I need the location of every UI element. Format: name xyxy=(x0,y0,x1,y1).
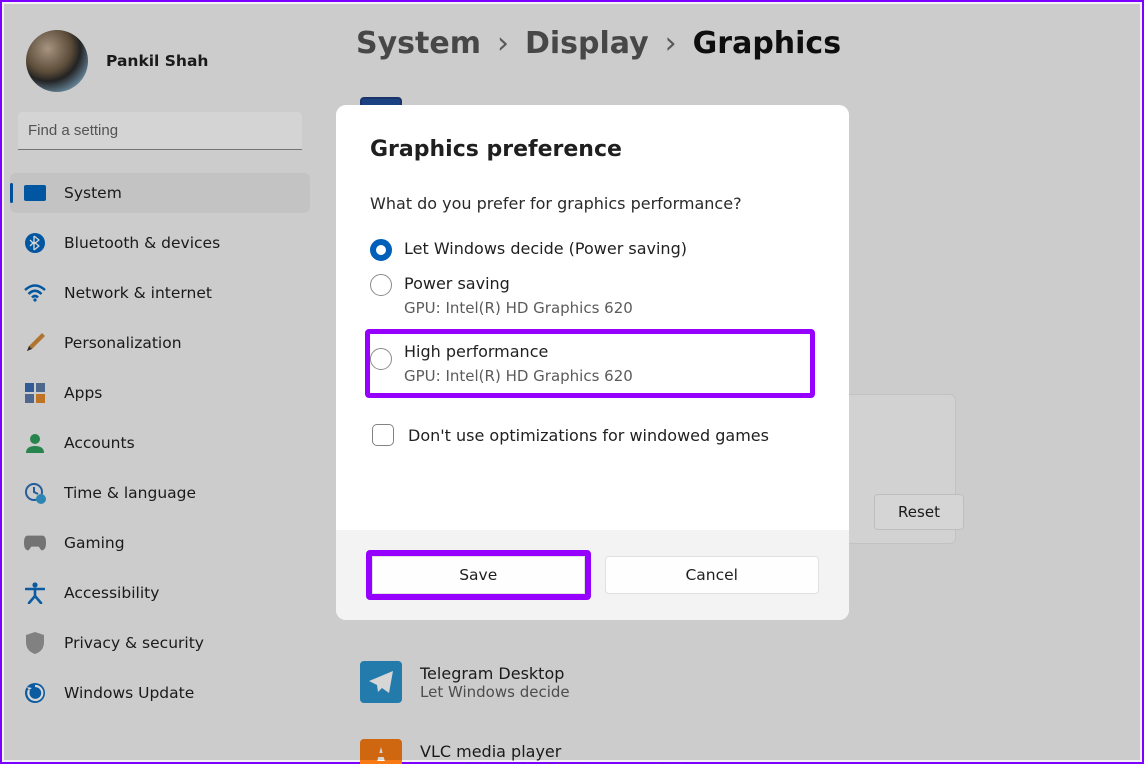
radio-power-saving[interactable]: Power saving GPU: Intel(R) HD Graphics 6… xyxy=(370,266,815,325)
search-input[interactable] xyxy=(18,112,302,150)
app-row-vlc[interactable]: VLC media player Let Windows decide (Pow… xyxy=(356,733,1100,764)
dialog-actions: Save Cancel xyxy=(336,530,849,620)
nav-label: Network & internet xyxy=(64,284,212,302)
nav-gaming[interactable]: Gaming xyxy=(10,523,310,563)
update-icon xyxy=(24,682,46,704)
bluetooth-icon xyxy=(24,232,46,254)
breadcrumb-graphics: Graphics xyxy=(693,26,841,61)
nav-accounts[interactable]: Accounts xyxy=(10,423,310,463)
reset-button[interactable]: Reset xyxy=(874,494,964,530)
shield-icon xyxy=(24,632,46,654)
nav-label: Apps xyxy=(64,384,102,402)
user-profile[interactable]: Pankil Shah xyxy=(4,20,316,112)
gamepad-icon xyxy=(24,532,46,554)
accessibility-icon xyxy=(24,582,46,604)
radio-button-icon xyxy=(370,274,392,296)
radio-let-windows-decide[interactable]: Let Windows decide (Power saving) xyxy=(370,231,815,266)
user-name: Pankil Shah xyxy=(106,52,208,70)
nav-label: Accounts xyxy=(64,434,135,452)
checkbox-windowed-optimizations[interactable]: Don't use optimizations for windowed gam… xyxy=(370,424,815,446)
breadcrumb-display[interactable]: Display xyxy=(525,26,649,61)
vlc-icon xyxy=(360,739,402,764)
clock-globe-icon xyxy=(24,482,46,504)
radio-label: Let Windows decide (Power saving) xyxy=(404,239,815,258)
nav-list: System Bluetooth & devices Network & int… xyxy=(4,168,316,718)
chevron-right-icon: › xyxy=(665,26,677,61)
nav-accessibility[interactable]: Accessibility xyxy=(10,573,310,613)
radio-label: High performance xyxy=(404,342,802,361)
radio-button-icon xyxy=(370,348,392,370)
sidebar: Pankil Shah System Bluetooth & devices xyxy=(4,4,316,760)
dialog-prompt: What do you prefer for graphics performa… xyxy=(370,194,815,213)
nav-label: Bluetooth & devices xyxy=(64,234,220,252)
telegram-icon xyxy=(360,661,402,703)
graphics-preference-dialog: Graphics preference What do you prefer f… xyxy=(336,105,849,620)
nav-bluetooth[interactable]: Bluetooth & devices xyxy=(10,223,310,263)
app-row-telegram[interactable]: Telegram Desktop Let Windows decide xyxy=(356,655,1100,709)
radio-label: Power saving xyxy=(404,274,815,293)
radio-button-icon xyxy=(370,239,392,261)
nav-apps[interactable]: Apps xyxy=(10,373,310,413)
nav-label: Windows Update xyxy=(64,684,194,702)
app-name: Telegram Desktop xyxy=(420,664,570,683)
cancel-button[interactable]: Cancel xyxy=(605,556,820,594)
radio-sublabel: GPU: Intel(R) HD Graphics 620 xyxy=(404,299,815,317)
display-icon xyxy=(24,182,46,204)
radio-high-performance[interactable]: High performance GPU: Intel(R) HD Graphi… xyxy=(370,340,802,387)
annotation-highlight-save: Save xyxy=(366,550,591,600)
nav-personalization[interactable]: Personalization xyxy=(10,323,310,363)
breadcrumb: System › Display › Graphics xyxy=(356,26,1100,61)
app-sub: Let Windows decide (Power saving) xyxy=(420,761,685,764)
person-icon xyxy=(24,432,46,454)
nav-time[interactable]: Time & language xyxy=(10,473,310,513)
nav-update[interactable]: Windows Update xyxy=(10,673,310,713)
chevron-right-icon: › xyxy=(497,26,509,61)
app-sub: Let Windows decide xyxy=(420,683,570,701)
breadcrumb-system[interactable]: System xyxy=(356,26,481,61)
dialog-title: Graphics preference xyxy=(370,137,815,162)
brush-icon xyxy=(24,332,46,354)
app-name: VLC media player xyxy=(420,742,685,761)
wifi-icon xyxy=(24,282,46,304)
nav-label: Gaming xyxy=(64,534,125,552)
nav-label: Personalization xyxy=(64,334,182,352)
radio-sublabel: GPU: Intel(R) HD Graphics 620 xyxy=(404,367,802,385)
nav-label: Privacy & security xyxy=(64,634,204,652)
nav-label: System xyxy=(64,184,122,202)
nav-privacy[interactable]: Privacy & security xyxy=(10,623,310,663)
checkbox-label: Don't use optimizations for windowed gam… xyxy=(408,426,769,445)
nav-system[interactable]: System xyxy=(10,173,310,213)
nav-label: Accessibility xyxy=(64,584,159,602)
save-button[interactable]: Save xyxy=(372,556,585,594)
annotation-highlight-high-performance: High performance GPU: Intel(R) HD Graphi… xyxy=(365,329,815,398)
avatar xyxy=(26,30,88,92)
nav-label: Time & language xyxy=(64,484,196,502)
checkbox-icon xyxy=(372,424,394,446)
nav-network[interactable]: Network & internet xyxy=(10,273,310,313)
apps-icon xyxy=(24,382,46,404)
